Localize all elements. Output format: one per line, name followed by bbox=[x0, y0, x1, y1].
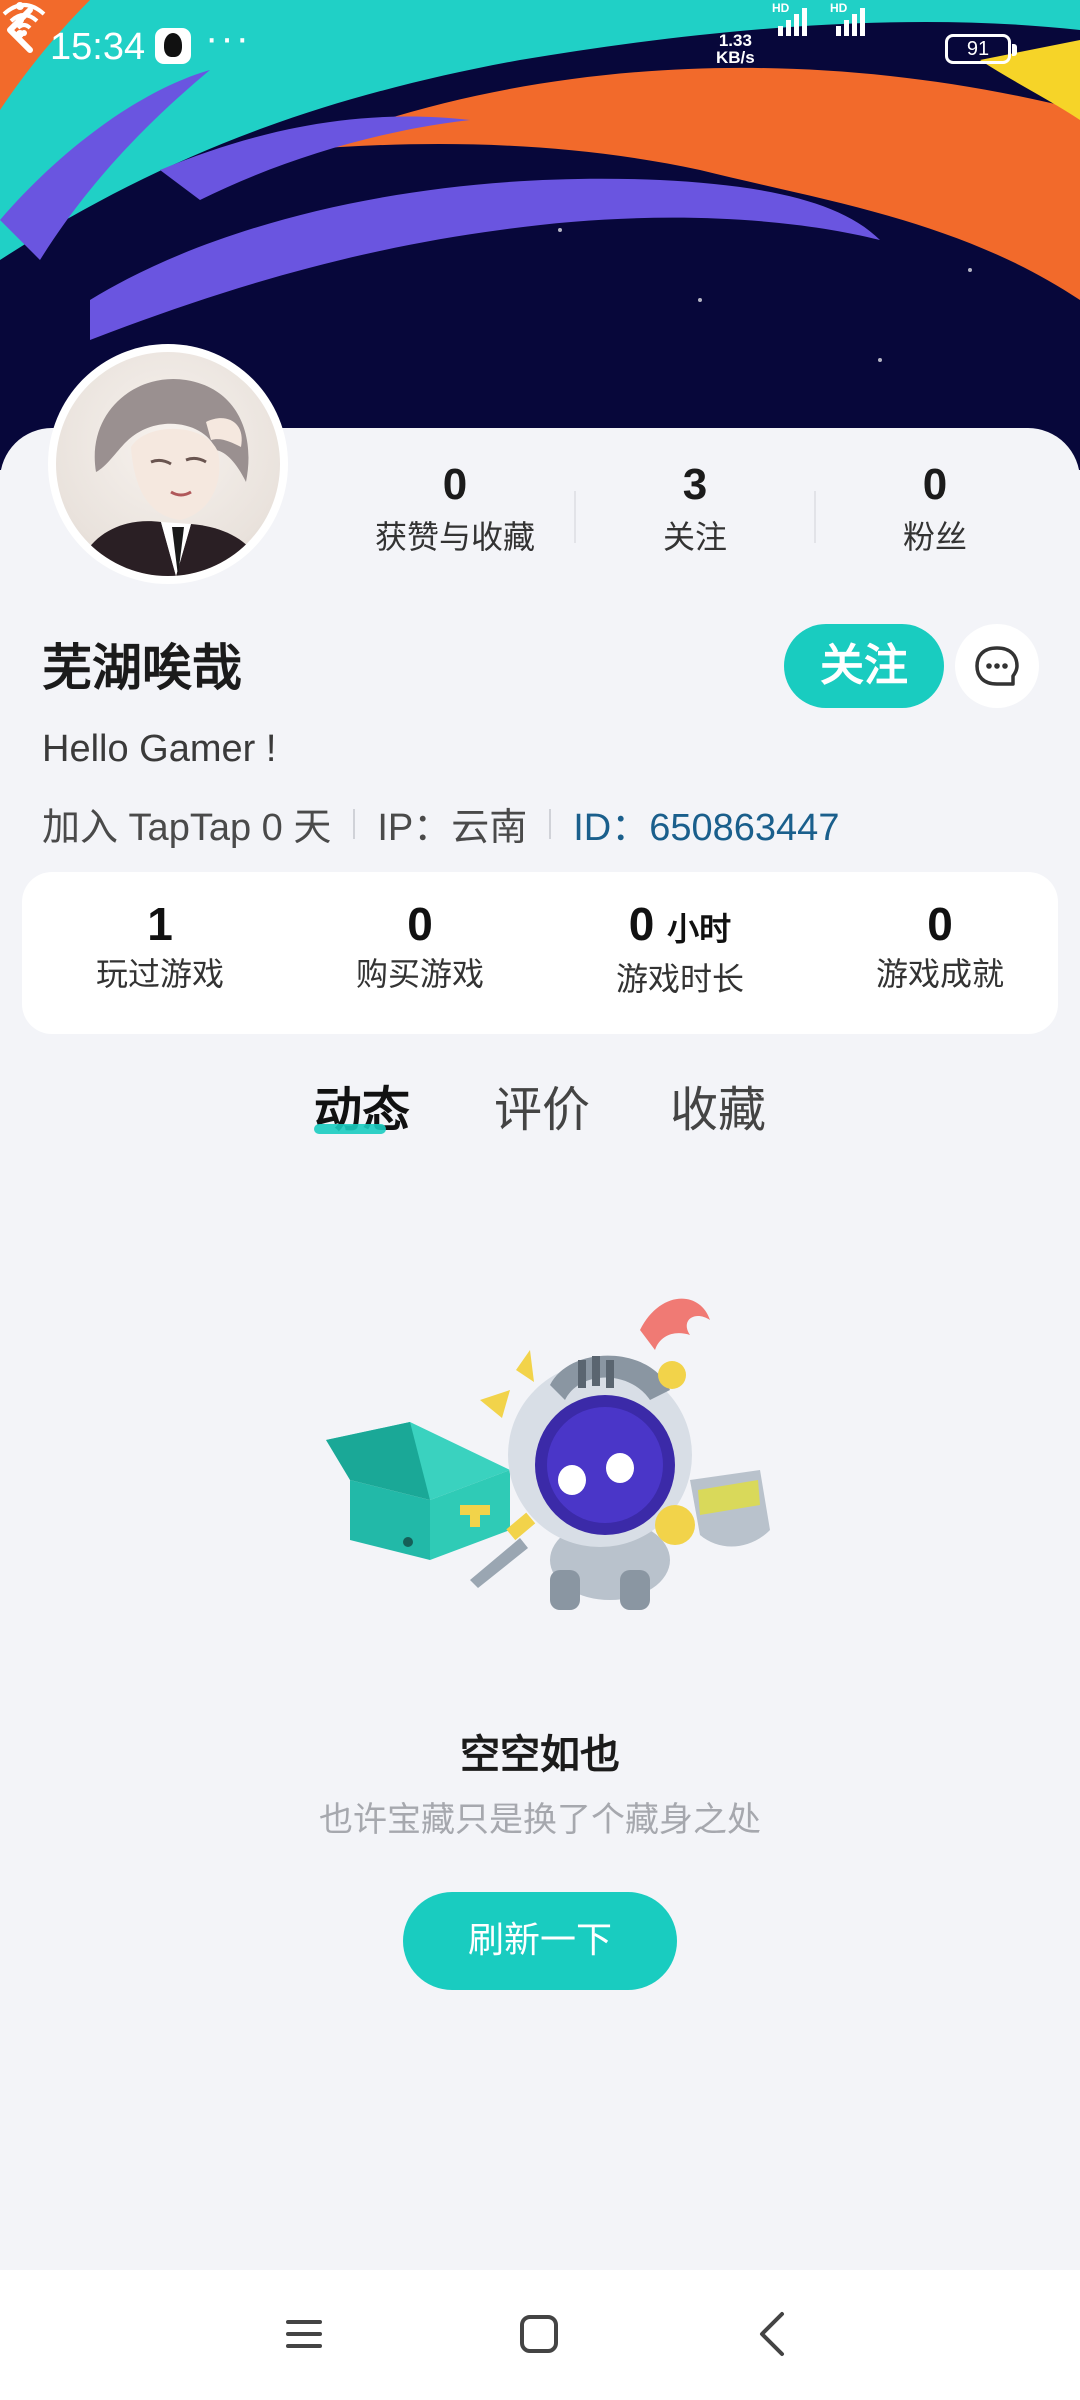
home-square-icon[interactable] bbox=[515, 2310, 563, 2358]
status-bar: 15:34 ··· 1.33 KB/s HD HD 91 bbox=[0, 0, 1080, 100]
profile-tabs: 动态 评价 收藏 bbox=[0, 1070, 1080, 1170]
game-stat-playtime-value: 0 小时 bbox=[628, 898, 732, 950]
tab-active-indicator bbox=[314, 1124, 386, 1134]
bio: Hello Gamer ! bbox=[42, 728, 277, 770]
network-speed-unit: KB/s bbox=[716, 48, 755, 67]
game-stat-played[interactable]: 1 玩过游戏 bbox=[40, 896, 280, 996]
game-stat-played-label: 玩过游戏 bbox=[95, 955, 224, 993]
status-time: 15:34 bbox=[50, 26, 146, 68]
stat-following-value: 3 bbox=[682, 460, 708, 509]
game-stat-achievements[interactable]: 0 游戏成就 bbox=[820, 896, 1060, 996]
game-stat-playtime-unit: 小时 bbox=[667, 911, 732, 947]
game-stat-purchased[interactable]: 0 购买游戏 bbox=[300, 896, 540, 996]
user-id[interactable]: ID：650863447 bbox=[573, 796, 839, 851]
avatar[interactable] bbox=[48, 344, 288, 584]
qq-icon bbox=[155, 28, 191, 64]
ip-location: IP：云南 bbox=[377, 807, 528, 849]
network-speed: 1.33 KB/s bbox=[716, 32, 755, 66]
more-vertical-icon[interactable] bbox=[0, 0, 40, 50]
game-stat-purchased-label: 购买游戏 bbox=[355, 955, 484, 993]
game-stat-played-value: 1 bbox=[147, 898, 173, 950]
tab-favorites[interactable]: 收藏 bbox=[670, 1070, 766, 1140]
game-stat-achievements-value: 0 bbox=[927, 898, 953, 950]
game-stat-achievements-label: 游戏成就 bbox=[875, 955, 1004, 993]
stat-likes[interactable]: 0 获赞与收藏 bbox=[335, 455, 575, 559]
avatar-image bbox=[56, 352, 280, 576]
username: 芜湖唉哉 bbox=[42, 639, 242, 697]
stat-followers-label: 粉丝 bbox=[902, 518, 967, 556]
battery-icon: 91 bbox=[945, 34, 1017, 64]
stat-following-label: 关注 bbox=[662, 518, 727, 556]
game-stat-playtime[interactable]: 0 小时 游戏时长 bbox=[560, 896, 800, 1001]
stat-likes-value: 0 bbox=[442, 460, 468, 509]
stat-followers-value: 0 bbox=[922, 460, 948, 509]
status-dots: ··· bbox=[205, 16, 251, 60]
join-days: 加入 TapTap 0 天 bbox=[42, 807, 332, 849]
game-stat-playtime-label: 游戏时长 bbox=[615, 960, 744, 998]
message-button[interactable] bbox=[955, 624, 1039, 708]
chat-bubble-icon bbox=[975, 646, 1019, 686]
meta-divider bbox=[549, 808, 552, 839]
stat-likes-label: 获赞与收藏 bbox=[374, 518, 535, 556]
refresh-button[interactable]: 刷新一下 bbox=[403, 1892, 677, 1990]
stat-followers[interactable]: 0 粉丝 bbox=[815, 455, 1055, 559]
menu-icon[interactable] bbox=[280, 2310, 328, 2358]
game-stat-purchased-value: 0 bbox=[407, 898, 433, 950]
follow-button[interactable]: 关注 bbox=[784, 624, 944, 708]
tab-reviews[interactable]: 评价 bbox=[494, 1070, 590, 1140]
svg-text:HD: HD bbox=[830, 1, 848, 15]
stat-following[interactable]: 3 关注 bbox=[575, 455, 815, 559]
profile-meta: 加入 TapTap 0 天 IP：云南 ID：650863447 bbox=[42, 796, 839, 851]
empty-state-title: 空空如也 bbox=[460, 1732, 620, 1778]
signal-hd-icon: HD bbox=[772, 1, 807, 36]
empty-state-illustration bbox=[326, 1298, 770, 1610]
system-nav-bar bbox=[0, 2270, 1080, 2400]
game-stats-panel: 1 玩过游戏 0 购买游戏 0 小时 游戏时长 0 游戏成就 bbox=[22, 872, 1058, 1034]
profile-stats: 0 获赞与收藏 3 关注 0 粉丝 bbox=[335, 455, 1055, 565]
empty-state-subtitle: 也许宝藏只是换了个藏身之处 bbox=[319, 1800, 761, 1840]
svg-text:HD: HD bbox=[772, 1, 790, 15]
meta-divider bbox=[353, 808, 356, 839]
back-triangle-icon[interactable] bbox=[752, 2308, 792, 2360]
signal-hd-icon: HD bbox=[830, 1, 865, 36]
